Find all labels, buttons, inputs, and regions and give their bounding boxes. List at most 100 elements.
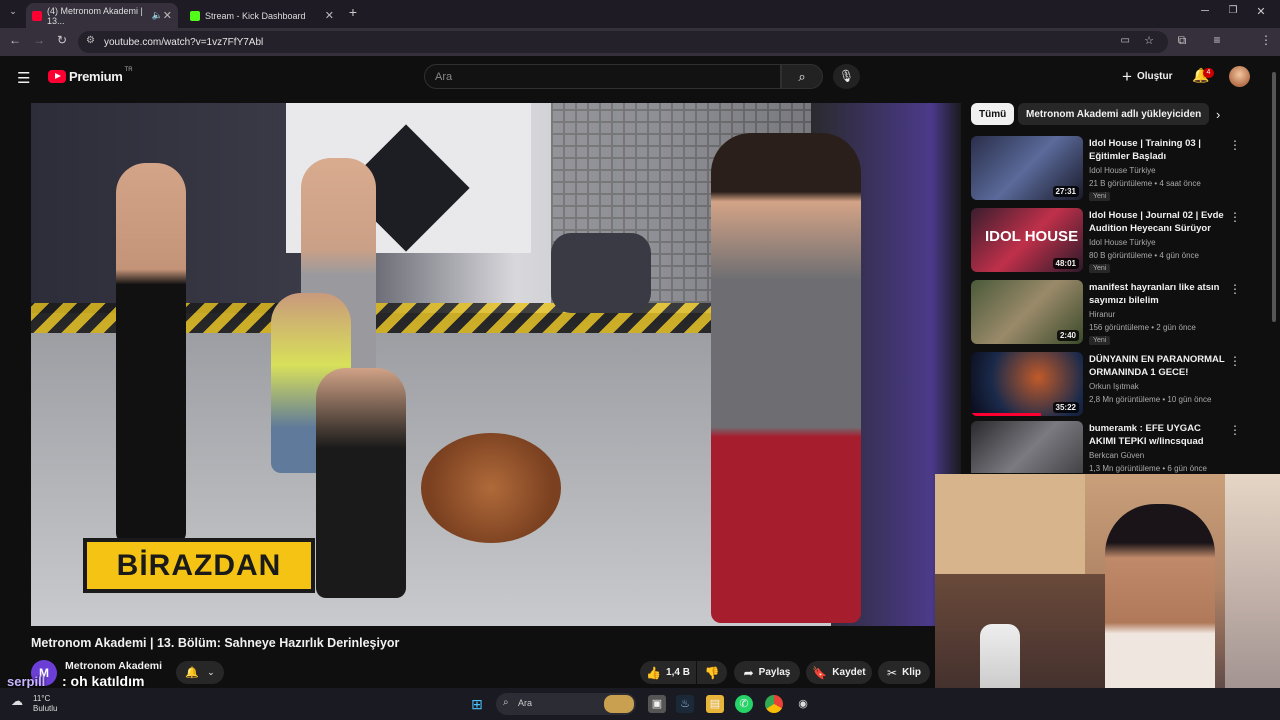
tab-kick[interactable]: Stream - Kick Dashboard ✕: [184, 3, 340, 28]
thumbs-down-icon: 👎: [704, 665, 720, 680]
video-thumbnail[interactable]: 2:40: [971, 280, 1083, 344]
account-avatar[interactable]: [1229, 66, 1250, 87]
rec-channel[interactable]: Hiranur: [1089, 310, 1115, 319]
thumbnail-text: IDOL HOUSE: [985, 228, 1079, 245]
recommendation-item[interactable]: 2:40 manifest hayranları like atsın sayı…: [971, 280, 1256, 346]
rec-channel[interactable]: Idol House Türkiye: [1089, 166, 1156, 175]
rec-title[interactable]: manifest hayranları like atsın sayımızı …: [1089, 281, 1229, 307]
browser-menu-icon[interactable]: ⋮: [1257, 33, 1275, 47]
more-options-icon[interactable]: ⋮: [1229, 138, 1241, 152]
scrollbar-thumb[interactable]: [1272, 72, 1276, 322]
chrome-icon[interactable]: [765, 695, 783, 713]
youtube-premium-logo[interactable]: Premium TR: [48, 67, 133, 84]
share-label: Paylaş: [758, 667, 791, 678]
task-view-icon[interactable]: ▣: [648, 695, 666, 713]
cam-curtain: [1225, 474, 1280, 720]
create-button[interactable]: + Oluştur: [1112, 64, 1183, 89]
whatsapp-icon[interactable]: ✆: [735, 695, 753, 713]
page-scrollbar[interactable]: [1270, 62, 1278, 472]
audio-icon[interactable]: 🔈: [152, 10, 163, 21]
chat-overlay-username: serpill: [7, 674, 46, 689]
new-badge: Yeni: [1089, 264, 1111, 273]
tab-list-icon[interactable]: ⌄: [4, 6, 22, 17]
dislike-button[interactable]: 👎: [697, 661, 727, 684]
video-thumbnail[interactable]: 27:31: [971, 136, 1083, 200]
rec-channel[interactable]: Berkcan Güven: [1089, 451, 1144, 460]
rec-title[interactable]: DÜNYANIN EN PARANORMAL ORMANINDA 1 GECE!: [1089, 353, 1229, 379]
channel-name[interactable]: Metronom Akademi: [65, 660, 162, 672]
rec-title[interactable]: Idol House | Journal 02 | Evde Audition …: [1089, 209, 1229, 235]
windows-start-icon[interactable]: ⊞: [468, 695, 486, 713]
video-thumbnail[interactable]: 35:22: [971, 352, 1083, 416]
search-icon: ⌕: [798, 69, 806, 84]
voice-search-button[interactable]: 🎙: [833, 64, 860, 89]
duration-badge: 27:31: [1052, 186, 1079, 197]
taskbar-search[interactable]: ⌕ Ara: [496, 693, 636, 715]
reading-list-icon[interactable]: ≡: [1208, 33, 1226, 47]
bookmark-star-icon[interactable]: ☆: [1144, 34, 1154, 47]
recommendation-item[interactable]: IDOL HOUSE 48:01 Idol House | Journal 02…: [971, 208, 1256, 274]
new-tab-button[interactable]: +: [344, 4, 362, 20]
dancer-figure: [421, 433, 561, 543]
rec-meta: 21 B görüntüleme • 4 saat önce: [1089, 179, 1201, 188]
more-options-icon[interactable]: ⋮: [1229, 354, 1241, 368]
search-button[interactable]: ⌕: [781, 64, 823, 89]
chip-all[interactable]: Tümü: [971, 103, 1015, 125]
chip-from-uploader[interactable]: Metronom Akademi adlı yükleyiciden: [1018, 103, 1210, 125]
chevron-down-icon: ⌄: [207, 667, 215, 677]
browser-toolbar: ← → ↻ ⚙ youtube.com/watch?v=1vz7FfY7Abl …: [0, 28, 1280, 76]
rec-channel[interactable]: Idol House Türkiye: [1089, 238, 1156, 247]
new-badge: Yeni: [1089, 192, 1111, 201]
recommendation-item[interactable]: 27:31 Idol House | Training 03 | Eğitiml…: [971, 136, 1256, 202]
file-explorer-icon[interactable]: ▤: [706, 695, 724, 713]
more-options-icon[interactable]: ⋮: [1229, 210, 1241, 224]
clip-button[interactable]: ✂ Klip: [878, 661, 930, 684]
clip-label: Klip: [902, 667, 921, 678]
more-options-icon[interactable]: ⋮: [1229, 282, 1241, 296]
rec-meta: 2,8 Mn görüntüleme • 10 gün önce: [1089, 395, 1212, 404]
search-input[interactable]: Ara: [424, 64, 781, 89]
steam-icon[interactable]: ♨: [676, 695, 694, 713]
tab-youtube[interactable]: (4) Metronom Akademi | 13... 🔈 ✕: [26, 3, 178, 28]
rec-meta: 156 görüntüleme • 2 gün önce: [1089, 323, 1196, 332]
rec-title[interactable]: bumeramk : EFE UYGAC AKIMI TEPKI w/lincs…: [1089, 422, 1229, 448]
chat-overlay-message: : oh katıldım: [62, 673, 145, 689]
forward-icon[interactable]: →: [30, 33, 48, 47]
extensions-icon[interactable]: ⧉: [1173, 33, 1191, 48]
recommendation-item[interactable]: bumeramk : EFE UYGAC AKIMI TEPKI w/lincs…: [971, 421, 1256, 473]
video-title: Metronom Akademi | 13. Bölüm: Sahneye Ha…: [31, 636, 400, 650]
tab-title: (4) Metronom Akademi | 13...: [47, 5, 143, 26]
close-tab-icon[interactable]: ✕: [163, 9, 172, 22]
weather-widget[interactable]: ☁ 11°C Bulutlu: [11, 694, 57, 714]
maximize-icon[interactable]: ❐: [1224, 5, 1242, 16]
minimize-icon[interactable]: ─: [1196, 5, 1214, 17]
close-tab-icon[interactable]: ✕: [325, 9, 334, 22]
mic-icon: 🎙: [838, 69, 855, 83]
rec-meta: 1,3 Mn görüntüleme • 6 gün önce: [1089, 464, 1207, 473]
hamburger-menu-icon[interactable]: ☰: [17, 69, 30, 87]
save-button[interactable]: 🔖 Kaydet: [806, 661, 872, 684]
address-bar[interactable]: ⚙ youtube.com/watch?v=1vz7FfY7Abl ▭ ☆: [78, 31, 1168, 53]
subscription-bell-button[interactable]: 🔔 ⌄: [176, 661, 224, 684]
webcam-overlay: [935, 474, 1280, 720]
close-window-icon[interactable]: ✕: [1252, 5, 1270, 18]
recommendation-item[interactable]: 35:22 DÜNYANIN EN PARANORMAL ORMANINDA 1…: [971, 352, 1256, 418]
more-options-icon[interactable]: ⋮: [1229, 423, 1241, 437]
video-thumbnail[interactable]: [971, 421, 1083, 473]
like-count: 1,4 B: [666, 667, 690, 678]
rec-meta: 80 B görüntüleme • 4 gün önce: [1089, 251, 1199, 260]
youtube-favicon-icon: [32, 10, 42, 21]
rec-channel[interactable]: Orkun Işıtmak: [1089, 382, 1139, 391]
cast-icon[interactable]: ▭: [1121, 35, 1130, 46]
back-icon[interactable]: ←: [6, 33, 24, 47]
reload-icon[interactable]: ↻: [53, 33, 71, 47]
site-info-icon[interactable]: ⚙: [86, 35, 95, 46]
video-thumbnail[interactable]: IDOL HOUSE 48:01: [971, 208, 1083, 272]
rec-title[interactable]: Idol House | Training 03 | Eğitimler Baş…: [1089, 137, 1229, 163]
like-button[interactable]: 👍 1,4 B: [640, 661, 696, 684]
logo-text: Premium: [69, 69, 123, 84]
obs-icon[interactable]: ◉: [794, 695, 812, 713]
video-player[interactable]: BİRAZDAN: [31, 103, 961, 626]
share-button[interactable]: ➦ Paylaş: [734, 661, 800, 684]
chevron-right-icon[interactable]: ›: [1216, 107, 1220, 122]
